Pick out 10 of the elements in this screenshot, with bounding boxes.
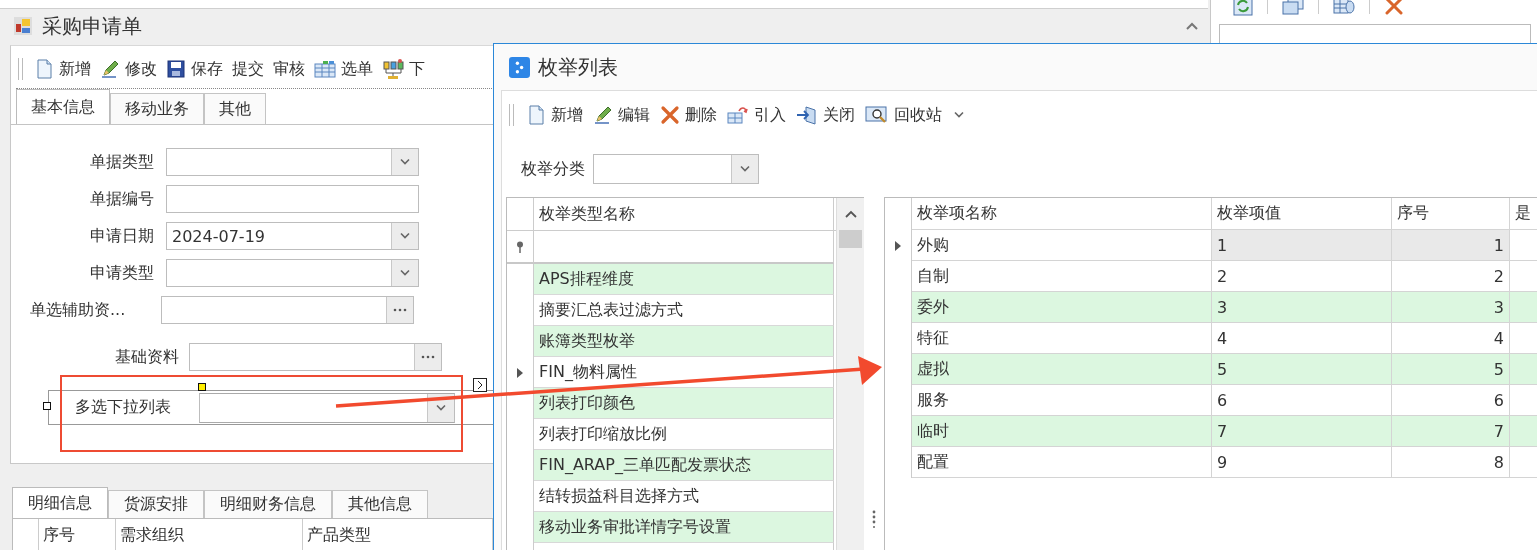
field-label: 多选下拉列表 xyxy=(74,397,172,418)
field-label: 基础资料 xyxy=(114,346,180,368)
dialog-title: 枚举列表 xyxy=(538,53,618,81)
field-label: 单据类型 xyxy=(89,151,155,173)
field-label: 枚举分类 xyxy=(521,158,585,180)
field-label: 单选辅助资... xyxy=(29,299,127,321)
field-label: 申请类型 xyxy=(89,262,155,284)
window-title: 采购申请单 xyxy=(42,12,142,40)
field-label: 单据编号 xyxy=(89,188,155,210)
field-label: 申请日期 xyxy=(89,225,155,247)
